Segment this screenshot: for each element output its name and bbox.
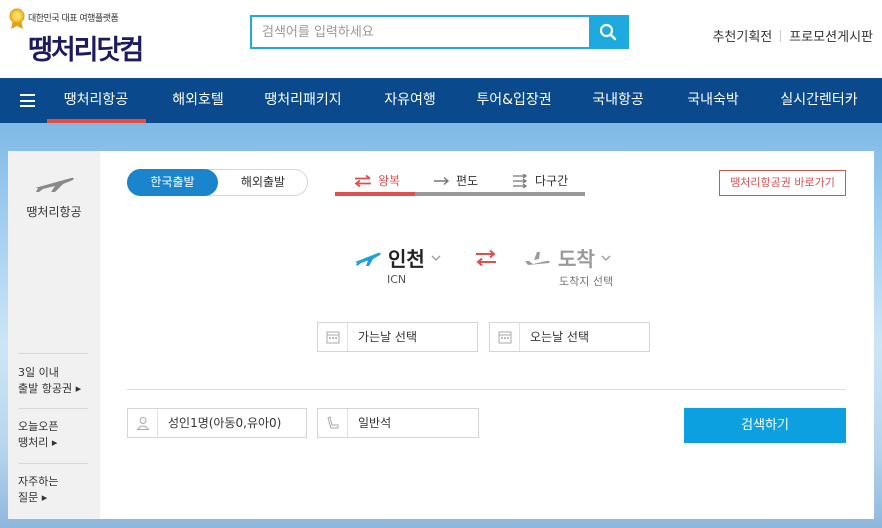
tab-overseas-departure[interactable]: 해외출발 [218,170,308,195]
logo-tagline: 대한민국 대표 여행플랫폼 [28,14,119,24]
nav-item-domestic-stays[interactable]: 국내숙박 [687,78,739,123]
depart-date-field[interactable]: 가는날 선택 [317,322,478,352]
top-links: 추천기획전 프로모션게시판 [712,26,873,45]
sidebar-link-line: 자주하는 [18,475,59,488]
flights-shortcut-button[interactable]: 땡처리항공권 바로가기 [719,170,846,196]
search-box [250,15,629,49]
main-nav: 땡처리항공 해외호텔 땡처리패키지 자유여행 투어&입장권 국내항공 국내숙박 … [0,78,882,123]
origin-city: 인천 [388,247,425,271]
origin-code: ICN [387,273,407,286]
airplane-icon [35,177,74,192]
round-trip-icon [354,175,371,187]
destination-city: 도착 [558,247,595,271]
sidebar-link-line: 땡처리 ▸ [18,436,58,449]
nav-item-hotels[interactable]: 해외호텔 [172,78,224,123]
tab-multi-city[interactable]: 다구간 [512,169,568,193]
sidebar-link-line: 질문 ▸ [18,491,48,504]
calendar-icon [318,323,348,351]
top-link-promotions[interactable]: 추천기획전 [712,26,772,45]
menu-icon[interactable] [20,94,35,107]
flight-search-button[interactable]: 검색하기 [684,408,846,443]
search-button[interactable] [589,17,627,47]
takeoff-plane-icon [355,252,381,266]
nav-item-domestic-flights[interactable]: 국내항공 [592,78,644,123]
swap-icon[interactable] [474,249,498,267]
trip-type-tabs: 왕복 편도 다구간 [335,169,585,196]
sidebar-title: 땡처리항공 [26,205,82,219]
seat-icon [318,409,348,437]
passenger-text: 성인1명(아동0,유아0) [168,416,282,430]
calendar-icon [490,323,520,351]
tab-one-way-label: 편도 [456,174,479,188]
cabin-class-text: 일반석 [358,416,392,430]
multi-city-icon [513,174,528,188]
booking-sidebar: 땡처리항공 3일 이내 출발 항공권 ▸ 오늘오픈 땡처리 ▸ 자주하는 질문 … [8,151,100,519]
cabin-class-field[interactable]: 일반석 [317,408,479,438]
origin-selector[interactable]: 인천 [354,243,441,272]
sidebar-divider [18,353,88,354]
chevron-down-icon [431,255,441,261]
search-icon [599,23,617,41]
sidebar-link-faq[interactable]: 자주하는 질문 ▸ [18,474,96,506]
tab-round-trip-label: 왕복 [378,174,401,188]
top-link-divider [780,29,782,42]
nav-item-rentacar[interactable]: 실시간렌터카 [780,78,857,123]
landing-plane-icon [525,251,550,265]
tab-round-trip[interactable]: 왕복 [353,169,400,193]
sidebar-link-3day[interactable]: 3일 이내 출발 항공권 ▸ [18,365,96,397]
chevron-down-icon [601,255,611,261]
passenger-field[interactable]: 성인1명(아동0,유아0) [127,408,307,438]
return-date-field[interactable]: 오는날 선택 [489,322,650,352]
departure-toggle: 한국출발 해외출발 [127,169,308,196]
destination-hint: 도착지 선택 [559,275,614,288]
top-link-board[interactable]: 프로모션게시판 [789,26,873,45]
nav-item-flights[interactable]: 땡처리항공 [64,78,128,123]
sidebar-link-line: 출발 항공권 ▸ [18,382,82,395]
person-icon [128,409,158,437]
sidebar-link-today-open[interactable]: 오늘오픈 땡처리 ▸ [18,419,96,451]
nav-item-tours[interactable]: 투어&입장권 [476,78,551,123]
tab-korea-departure[interactable]: 한국출발 [127,169,218,196]
destination-selector[interactable]: 도착 [524,243,611,272]
booking-panel: 한국출발 해외출발 왕복 편도 다구간 땡처리항공권 바로가기 인천 ICN 도… [100,151,874,519]
medal-icon [9,8,25,29]
tab-multi-city-label: 다구간 [535,174,569,188]
header: 대한민국 대표 여행플랫폼 땡처리닷컴 추천기획전 프로모션게시판 [0,0,882,78]
return-date-text: 오는날 선택 [530,330,590,344]
depart-date-text: 가는날 선택 [358,330,418,344]
form-divider [127,389,846,390]
sidebar-link-line: 오늘오픈 [18,420,59,433]
site-logo[interactable]: 대한민국 대표 여행플랫폼 땡처리닷컴 [8,8,168,68]
search-input[interactable] [252,17,590,47]
sidebar-divider [18,463,88,464]
sidebar-link-line: 3일 이내 [18,366,59,379]
nav-item-packages[interactable]: 땡처리패키지 [264,78,341,123]
sidebar-divider [18,408,88,409]
nav-item-free-travel[interactable]: 자유여행 [384,78,436,123]
logo-brand: 땡처리닷컴 [28,35,144,66]
one-way-arrow-icon [434,176,450,186]
tab-one-way[interactable]: 편도 [433,169,478,193]
